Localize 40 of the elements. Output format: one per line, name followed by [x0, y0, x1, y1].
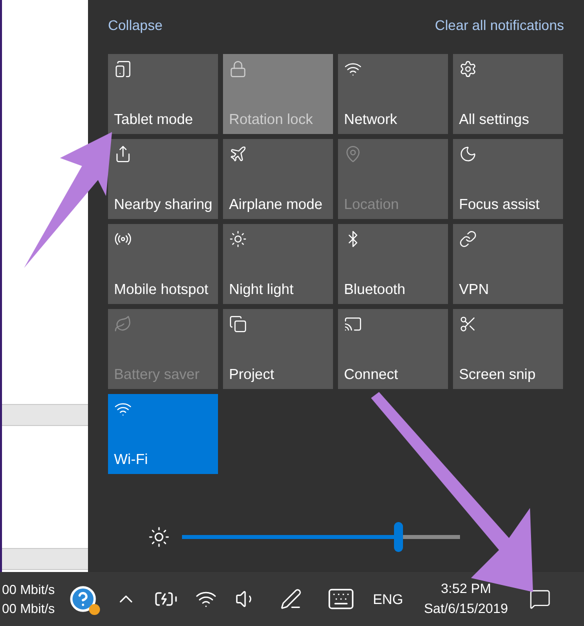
info-badge [89, 604, 100, 615]
collapse-link[interactable]: Collapse [108, 17, 162, 33]
help-icon [69, 585, 97, 613]
quick-action-tile[interactable]: All settings [453, 54, 563, 134]
airplane-icon [229, 145, 247, 163]
quick-action-tile[interactable]: Bluetooth [338, 224, 448, 304]
quick-action-tile[interactable]: Night light [223, 224, 333, 304]
quick-action-tile[interactable]: Screen snip [453, 309, 563, 389]
quick-action-tile[interactable]: Network [338, 54, 448, 134]
quick-action-tile[interactable]: Project [223, 309, 333, 389]
clock-button[interactable]: 3:52 PM Sat/6/15/2019 [410, 579, 522, 619]
quick-action-tile[interactable]: Wi-Fi [108, 394, 218, 474]
moon-icon [459, 145, 477, 163]
link-icon [459, 230, 477, 248]
share-icon [114, 145, 132, 163]
quick-action-tile[interactable]: Focus assist [453, 139, 563, 219]
slider-thumb[interactable] [394, 522, 403, 552]
antenna-icon [114, 230, 132, 248]
clear-all-notifications-link[interactable]: Clear all notifications [434, 17, 564, 33]
location-pin-icon [344, 145, 362, 163]
language-button[interactable]: ENG [366, 579, 410, 619]
quick-action-tile[interactable]: Connect [338, 309, 448, 389]
sun-icon [229, 230, 247, 248]
quick-action-tile[interactable]: Mobile hotspot [108, 224, 218, 304]
pen-icon [280, 588, 302, 610]
network-speed-text: 00 Mbit/s [2, 600, 56, 618]
quick-action-tile[interactable]: Airplane mode [223, 139, 333, 219]
quick-action-tile[interactable]: VPN [453, 224, 563, 304]
quick-action-tile[interactable]: Nearby sharing [108, 139, 218, 219]
lock-icon [229, 60, 247, 78]
quick-action-tile[interactable]: Tablet mode [108, 54, 218, 134]
network-speed-text: 00 Mbit/s [2, 581, 56, 599]
leaf-icon [114, 315, 132, 333]
tablet-icon [114, 60, 132, 78]
notification-icon [529, 588, 551, 610]
cast-icon [344, 315, 362, 333]
settings-icon [459, 60, 477, 78]
brightness-icon [148, 526, 170, 548]
scissors-icon [459, 315, 477, 333]
screens-icon [229, 315, 247, 333]
